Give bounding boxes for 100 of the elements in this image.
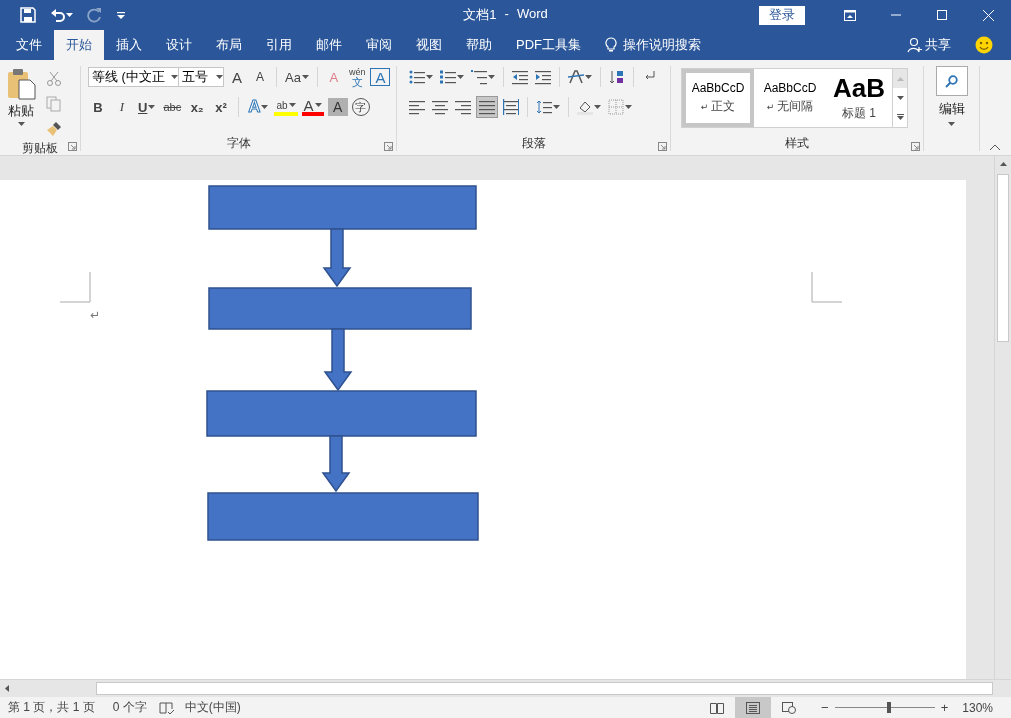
ribbon-tab[interactable]: 插入: [104, 30, 154, 60]
ribbon-tab[interactable]: 帮助: [454, 30, 504, 60]
ribbon-tab[interactable]: PDF工具集: [504, 30, 593, 60]
multilevel-list-icon: [471, 69, 487, 85]
phonetic-guide-button[interactable]: wén 文: [346, 66, 368, 88]
person-icon: [907, 37, 923, 53]
book-check-icon: [158, 699, 175, 716]
format-button[interactable]: x²: [211, 96, 232, 118]
font-size-field[interactable]: 五号: [178, 67, 224, 87]
shading-icon: [577, 99, 593, 115]
ribbon-tab[interactable]: 设计: [154, 30, 204, 60]
increase-indent-icon: [535, 69, 551, 85]
ribbon-tab[interactable]: 布局: [204, 30, 254, 60]
shrink-font-button[interactable]: A: [250, 66, 270, 88]
scrollbar-thumb[interactable]: [997, 174, 1009, 342]
distributed-button[interactable]: [501, 96, 521, 118]
ribbon-tab[interactable]: 引用: [254, 30, 304, 60]
app-name: Word: [516, 6, 548, 23]
change-case-button[interactable]: Aa: [283, 66, 311, 88]
character-border-button[interactable]: A: [370, 68, 391, 86]
numbering-icon: [440, 69, 456, 85]
paintbrush-icon: [46, 121, 62, 137]
zoom-in-button[interactable]: +: [934, 700, 955, 715]
justify-button[interactable]: [476, 96, 498, 118]
caret-up-icon: [990, 144, 1000, 150]
scrollbar-thumb[interactable]: [96, 682, 993, 695]
italic-button[interactable]: I: [112, 96, 132, 118]
align-right-icon: [455, 99, 471, 115]
font-name-field[interactable]: 等线 (中文正: [88, 67, 179, 87]
format-button[interactable]: B: [88, 96, 108, 118]
distributed-icon: [503, 99, 519, 115]
font-color-button[interactable]: A: [301, 98, 324, 116]
highlight-button[interactable]: ab: [274, 98, 298, 116]
word-count[interactable]: 0 个字: [112, 699, 147, 716]
dialog-launcher[interactable]: [67, 139, 77, 149]
caret-icon: [261, 105, 269, 109]
caret-icon: [896, 95, 904, 100]
caret-up-icon: [999, 162, 1007, 166]
copy-icon: [46, 96, 62, 112]
smiley-icon: [975, 36, 993, 54]
flowchart-arrow: [322, 228, 352, 288]
flowchart-arrow: [321, 435, 351, 493]
sign-in-button[interactable]: 登录: [759, 5, 805, 25]
editing-button[interactable]: 编辑: [933, 66, 970, 126]
strikethrough-button[interactable]: abc: [161, 96, 184, 118]
title-separator: -: [504, 6, 509, 23]
format-button[interactable]: x₂: [187, 96, 208, 118]
caret-icon: [301, 75, 309, 79]
launcher-icon: [67, 142, 77, 151]
document-title: 文档1: [463, 6, 497, 24]
grow-font-button[interactable]: A: [227, 66, 247, 88]
caret-icon: [66, 13, 73, 17]
scissors-icon: [46, 71, 62, 87]
minimize-icon: [891, 14, 901, 16]
style-item[interactable]: AaBbCcD ↵ 正文: [682, 69, 754, 127]
web-layout-icon: [782, 701, 797, 714]
dialog-launcher[interactable]: [657, 139, 667, 149]
ribbon-tab[interactable]: 邮件: [304, 30, 354, 60]
ribbon-tab[interactable]: 文件: [4, 30, 54, 60]
launcher-icon: [657, 142, 667, 151]
undo-icon: [50, 7, 66, 23]
share-button[interactable]: 共享: [901, 30, 957, 60]
bullets-icon: [409, 69, 425, 85]
tell-me-search[interactable]: 操作说明搜索: [599, 30, 707, 60]
borders-icon: [608, 99, 624, 115]
caret-icon: [948, 122, 955, 126]
ribbon-tab[interactable]: 开始: [54, 30, 104, 60]
center-icon: [432, 99, 448, 115]
book-icon: [710, 701, 725, 714]
search-icon: [945, 74, 958, 88]
paragraph-mark: ↵: [90, 308, 101, 322]
text-direction-icon: [568, 69, 584, 85]
group-label: 样式: [785, 135, 809, 151]
caret-icon: [17, 122, 25, 126]
launcher-icon: [383, 142, 393, 151]
underline-button[interactable]: U: [136, 96, 158, 118]
zoom-out-button[interactable]: −: [815, 700, 835, 715]
sort-icon: [609, 69, 625, 85]
caret-icon: [594, 105, 601, 109]
ribbon-tab[interactable]: 视图: [404, 30, 454, 60]
borders-button[interactable]: [606, 96, 634, 118]
paste-button[interactable]: 粘贴: [4, 66, 38, 128]
save-icon: [20, 7, 36, 23]
page-count[interactable]: 第 1 页，共 1 页: [8, 699, 95, 716]
language-indicator[interactable]: 中文(中国): [184, 699, 241, 716]
caret-up-icon: [896, 76, 904, 81]
redo-icon: [87, 7, 103, 23]
flowchart-arrow: [323, 328, 353, 392]
dialog-launcher[interactable]: [383, 139, 393, 149]
character-shading-button[interactable]: A: [327, 98, 348, 116]
zoom-level[interactable]: 130%: [962, 700, 993, 715]
zoom-slider-thumb[interactable]: [886, 702, 891, 713]
launcher-icon: [910, 142, 920, 151]
view-button[interactable]: [735, 697, 772, 718]
ribbon-display-icon: [844, 9, 856, 21]
ribbon-tab[interactable]: 审阅: [354, 30, 404, 60]
line-spacing-icon: [536, 99, 552, 115]
caret-left-icon: [5, 685, 9, 692]
dialog-launcher[interactable]: [910, 139, 920, 149]
caret-icon: [553, 105, 560, 109]
